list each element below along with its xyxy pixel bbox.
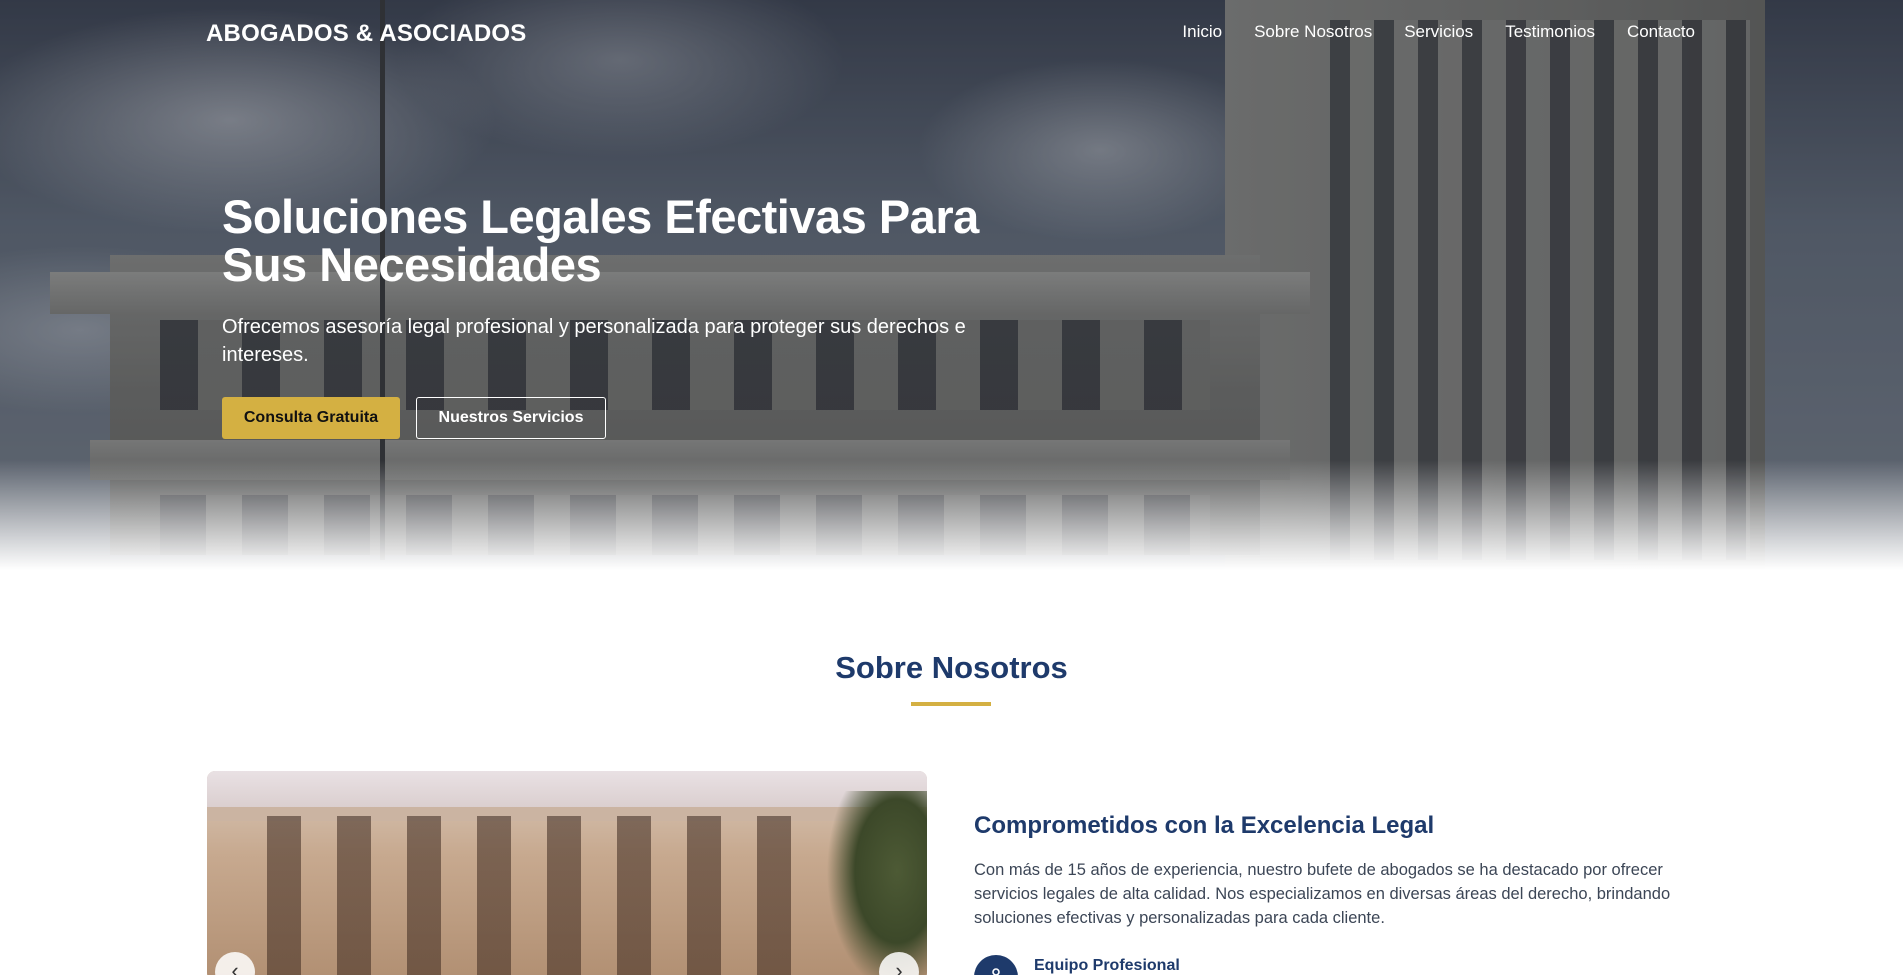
chevron-left-icon: ‹ bbox=[231, 958, 239, 975]
hero-content: Soluciones Legales Efectivas Para Sus Ne… bbox=[222, 193, 1022, 439]
hero-title-line-2: Sus Necesidades bbox=[222, 238, 602, 291]
about-heading: Comprometidos con la Excelencia Legal bbox=[974, 812, 1435, 839]
our-services-button[interactable]: Nuestros Servicios bbox=[416, 397, 606, 439]
top-navbar: ABOGADOS & ASOCIADOS Inicio Sobre Nosotr… bbox=[0, 0, 1903, 66]
hero-subtitle: Ofrecemos asesoría legal profesional y p… bbox=[222, 316, 966, 366]
nav-link-contacto[interactable]: Contacto bbox=[1627, 22, 1695, 42]
nav-links: Inicio Sobre Nosotros Servicios Testimon… bbox=[1182, 22, 1695, 42]
about-section-title: Sobre Nosotros bbox=[835, 650, 1068, 685]
nav-link-testimonios[interactable]: Testimonios bbox=[1505, 22, 1595, 42]
hero-bottom-fade bbox=[0, 460, 1903, 570]
feature-item: Equipo Profesional bbox=[974, 955, 1180, 975]
feature-title: Equipo Profesional bbox=[1034, 957, 1180, 974]
about-image-carousel[interactable] bbox=[207, 771, 927, 975]
section-title-underline bbox=[911, 702, 991, 706]
site-logo[interactable]: ABOGADOS & ASOCIADOS bbox=[206, 20, 526, 48]
users-icon bbox=[974, 955, 1018, 975]
hero-buttons: Consulta Gratuita Nuestros Servicios bbox=[222, 397, 1022, 439]
carousel-image-facade bbox=[267, 816, 827, 975]
nav-link-inicio[interactable]: Inicio bbox=[1182, 22, 1222, 42]
nav-link-sobre-nosotros[interactable]: Sobre Nosotros bbox=[1254, 22, 1372, 42]
hero-title: Soluciones Legales Efectivas Para Sus Ne… bbox=[222, 193, 1022, 289]
about-paragraph: Con más de 15 años de experiencia, nuest… bbox=[974, 861, 1671, 927]
hero-title-line-1: Soluciones Legales Efectivas Para bbox=[222, 190, 979, 243]
free-consultation-button[interactable]: Consulta Gratuita bbox=[222, 397, 400, 439]
carousel-image-tree bbox=[807, 791, 927, 975]
about-text: Comprometidos con la Excelencia Legal Co… bbox=[974, 812, 1674, 930]
nav-link-servicios[interactable]: Servicios bbox=[1404, 22, 1473, 42]
user-glyph bbox=[992, 968, 1000, 975]
chevron-right-icon: › bbox=[895, 958, 903, 975]
